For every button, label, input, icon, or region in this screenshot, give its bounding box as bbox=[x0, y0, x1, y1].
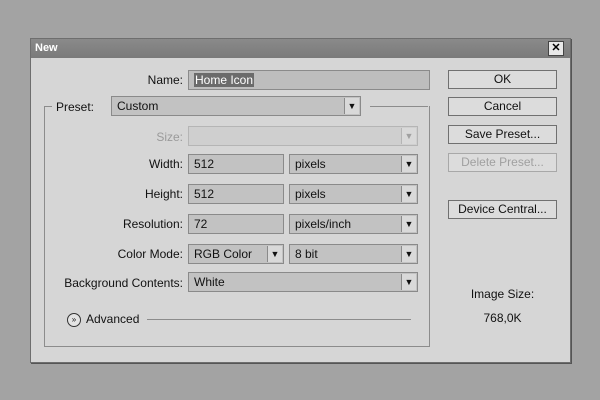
preset-value: Custom bbox=[117, 99, 159, 113]
preset-label: Preset: bbox=[56, 100, 95, 114]
height-unit-value: pixels bbox=[295, 187, 326, 201]
chevron-down-icon: ▼ bbox=[401, 186, 416, 202]
new-document-dialog: New ✕ Name: Home Icon Preset: Custom ▼ S… bbox=[30, 38, 571, 363]
height-label: Height: bbox=[144, 187, 183, 201]
resolution-unit-value: pixels/inch bbox=[295, 217, 352, 231]
chevron-down-icon: ▼ bbox=[267, 246, 282, 262]
background-contents-dropdown[interactable]: White ▼ bbox=[188, 272, 418, 292]
chevron-down-icon: ▼ bbox=[401, 274, 416, 290]
double-chevron-down-icon[interactable]: » bbox=[67, 313, 81, 327]
cancel-button[interactable]: Cancel bbox=[448, 97, 557, 116]
color-mode-label: Color Mode: bbox=[117, 247, 183, 261]
size-label: Size: bbox=[156, 130, 183, 144]
advanced-label[interactable]: Advanced bbox=[86, 312, 139, 326]
device-central-button[interactable]: Device Central... bbox=[448, 200, 557, 219]
chevron-down-icon: ▼ bbox=[344, 98, 359, 114]
chevron-down-icon: ▼ bbox=[401, 128, 416, 144]
height-input[interactable]: 512 bbox=[188, 184, 284, 204]
width-unit-dropdown[interactable]: pixels ▼ bbox=[289, 154, 418, 174]
advanced-separator bbox=[147, 319, 411, 320]
background-contents-label: Background Contents: bbox=[64, 276, 183, 290]
image-size-label: Image Size: bbox=[470, 287, 535, 301]
chevron-down-icon: ▼ bbox=[401, 246, 416, 262]
title-bar[interactable]: New ✕ bbox=[31, 39, 570, 58]
ok-button[interactable]: OK bbox=[448, 70, 557, 89]
resolution-unit-dropdown[interactable]: pixels/inch ▼ bbox=[289, 214, 418, 234]
window-title: New bbox=[35, 42, 58, 54]
delete-preset-button[interactable]: Delete Preset... bbox=[448, 153, 557, 172]
name-label: Name: bbox=[147, 73, 183, 87]
resolution-input[interactable]: 72 bbox=[188, 214, 284, 234]
background-contents-value: White bbox=[194, 275, 225, 289]
chevron-down-icon: ▼ bbox=[401, 156, 416, 172]
group-top-right-line bbox=[370, 106, 428, 107]
bit-depth-dropdown[interactable]: 8 bit ▼ bbox=[289, 244, 418, 264]
save-preset-button[interactable]: Save Preset... bbox=[448, 125, 557, 144]
height-unit-dropdown[interactable]: pixels ▼ bbox=[289, 184, 418, 204]
close-icon[interactable]: ✕ bbox=[548, 41, 564, 56]
image-size-value: 768,0K bbox=[483, 311, 522, 325]
width-label: Width: bbox=[148, 157, 183, 171]
size-dropdown[interactable]: ▼ bbox=[188, 126, 418, 146]
chevron-down-icon: ▼ bbox=[401, 216, 416, 232]
resolution-label: Resolution: bbox=[122, 217, 183, 231]
color-mode-dropdown[interactable]: RGB Color ▼ bbox=[188, 244, 284, 264]
width-unit-value: pixels bbox=[295, 157, 326, 171]
width-input[interactable]: 512 bbox=[188, 154, 284, 174]
bit-depth-value: 8 bit bbox=[295, 247, 318, 261]
color-mode-value: RGB Color bbox=[194, 247, 253, 261]
group-top-left-line bbox=[44, 106, 52, 107]
preset-dropdown[interactable]: Custom ▼ bbox=[111, 96, 361, 116]
name-input[interactable]: Home Icon bbox=[188, 70, 430, 90]
